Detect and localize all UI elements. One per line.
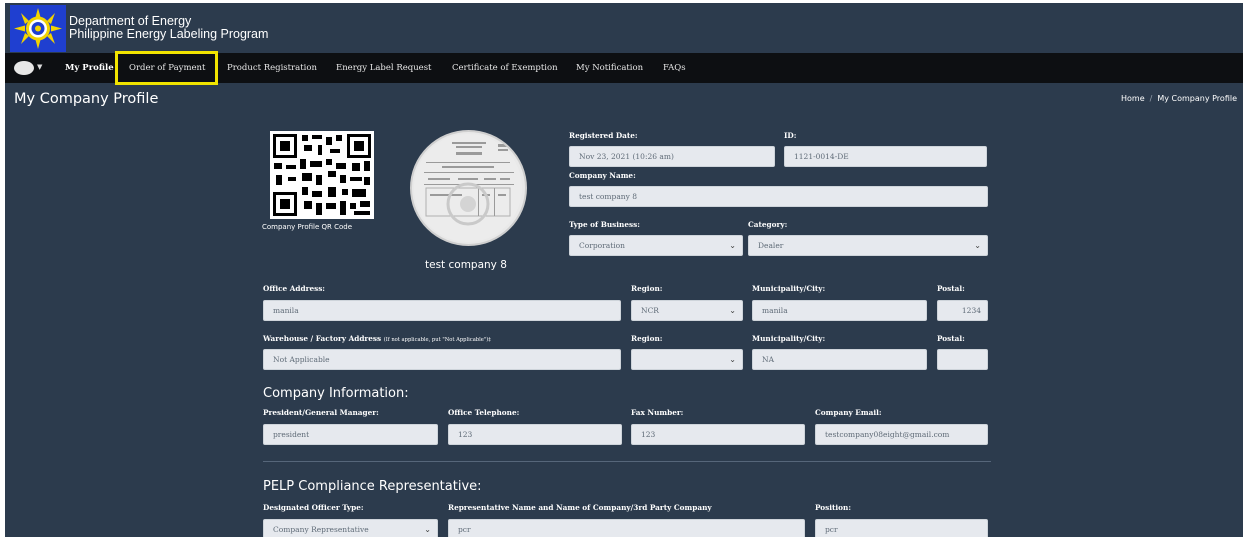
office-address-field[interactable]: manila [263, 300, 621, 321]
breadcrumb-home[interactable]: Home [1121, 94, 1145, 103]
telephone-field[interactable]: 123 [448, 424, 622, 445]
warehouse-region-label: Region: [631, 334, 663, 343]
president-label: President/General Manager: [263, 408, 379, 417]
warehouse-address-note: (If not applicable, put "Not Applicable"… [383, 337, 491, 343]
company-information-heading: Company Information: [263, 386, 409, 401]
municipality-field[interactable]: manila [752, 300, 927, 321]
warehouse-address-label: Warehouse / Factory Address (If not appl… [263, 334, 491, 343]
app-window: Department of Energy Philippine Energy L… [5, 3, 1243, 537]
telephone-label: Office Telephone: [448, 408, 520, 417]
category-select[interactable]: Dealer ⌄ [748, 235, 988, 256]
chevron-down-icon: ⌄ [729, 241, 736, 250]
chevron-down-icon: ⌄ [729, 355, 736, 364]
office-address-label: Office Address: [263, 284, 326, 293]
company-display-name: test company 8 [425, 259, 507, 271]
officer-type-select[interactable]: Company Representative ⌄ [263, 519, 438, 537]
fax-field[interactable]: 123 [631, 424, 805, 445]
type-of-business-select[interactable]: Corporation ⌄ [569, 235, 743, 256]
warehouse-municipality-field[interactable]: NA [752, 349, 927, 370]
category-label: Category: [748, 220, 788, 229]
breadcrumb: Home / My Company Profile [1121, 94, 1237, 103]
warehouse-postal-label: Postal: [937, 334, 965, 343]
warehouse-municipality-label: Municipality/City: [752, 334, 826, 343]
fax-label: Fax Number: [631, 408, 684, 417]
section-divider [263, 461, 991, 462]
breadcrumb-current: My Company Profile [1157, 94, 1237, 103]
nav-faqs[interactable]: FAQs [663, 53, 686, 83]
nav-product-registration[interactable]: Product Registration [227, 53, 317, 83]
region-label: Region: [631, 284, 663, 293]
company-name-label: Company Name: [569, 171, 636, 180]
id-field[interactable]: 1121-0014-DE [784, 146, 987, 167]
id-label: ID: [784, 131, 797, 140]
region-select[interactable]: NCR ⌄ [631, 300, 743, 321]
company-name-field[interactable]: test company 8 [569, 186, 988, 207]
warehouse-address-field[interactable]: Not Applicable [263, 349, 621, 370]
email-label: Company Email: [815, 408, 882, 417]
chevron-down-icon: ⌄ [729, 306, 736, 315]
org-line-2: Philippine Energy Labeling Program [69, 27, 269, 41]
municipality-label: Municipality/City: [752, 284, 826, 293]
region-value: NCR [641, 306, 659, 315]
chevron-down-icon: ⌄ [974, 241, 981, 250]
postal-field[interactable]: 1234 [937, 300, 988, 321]
email-field[interactable]: testcompany08eight@gmail.com [815, 424, 988, 445]
position-field[interactable]: pcr [815, 519, 988, 537]
doe-logo-icon [10, 5, 66, 52]
pelp-heading: PELP Compliance Representative: [263, 479, 482, 494]
qr-code-label: Company Profile QR Code [262, 223, 353, 231]
warehouse-postal-field[interactable] [937, 349, 988, 370]
nav-my-notification[interactable]: My Notification [576, 53, 643, 83]
warehouse-region-select[interactable]: ⌄ [631, 349, 743, 370]
chevron-down-icon: ⌄ [424, 525, 431, 534]
president-field[interactable]: president [263, 424, 438, 445]
category-value: Dealer [758, 241, 784, 250]
caret-down-icon[interactable]: ▼ [37, 63, 42, 71]
rep-name-label: Representative Name and Name of Company/… [448, 503, 712, 512]
page-title: My Company Profile [14, 91, 159, 107]
company-document-image [410, 130, 527, 246]
site-header: Department of Energy Philippine Energy L… [5, 3, 1243, 53]
organization-name: Department of Energy Philippine Energy L… [69, 15, 268, 41]
postal-label: Postal: [937, 284, 965, 293]
nav-energy-label-request[interactable]: Energy Label Request [336, 53, 431, 83]
rep-name-field[interactable]: pcr [448, 519, 805, 537]
registered-date-field[interactable]: Nov 23, 2021 (10:26 am) [569, 146, 775, 167]
nav-certificate-of-exemption[interactable]: Certificate of Exemption [452, 53, 558, 83]
user-avatar[interactable] [14, 61, 34, 75]
nav-my-profile[interactable]: My Profile [65, 53, 114, 83]
type-of-business-value: Corporation [579, 241, 625, 250]
officer-type-label: Designated Officer Type: [263, 503, 364, 512]
registered-date-label: Registered Date: [569, 131, 638, 140]
company-qr-code [270, 131, 374, 219]
position-label: Position: [815, 503, 852, 512]
warehouse-address-label-text: Warehouse / Factory Address [263, 334, 382, 343]
officer-type-value: Company Representative [273, 525, 369, 534]
highlight-box [115, 51, 218, 85]
type-of-business-label: Type of Business: [569, 220, 640, 229]
